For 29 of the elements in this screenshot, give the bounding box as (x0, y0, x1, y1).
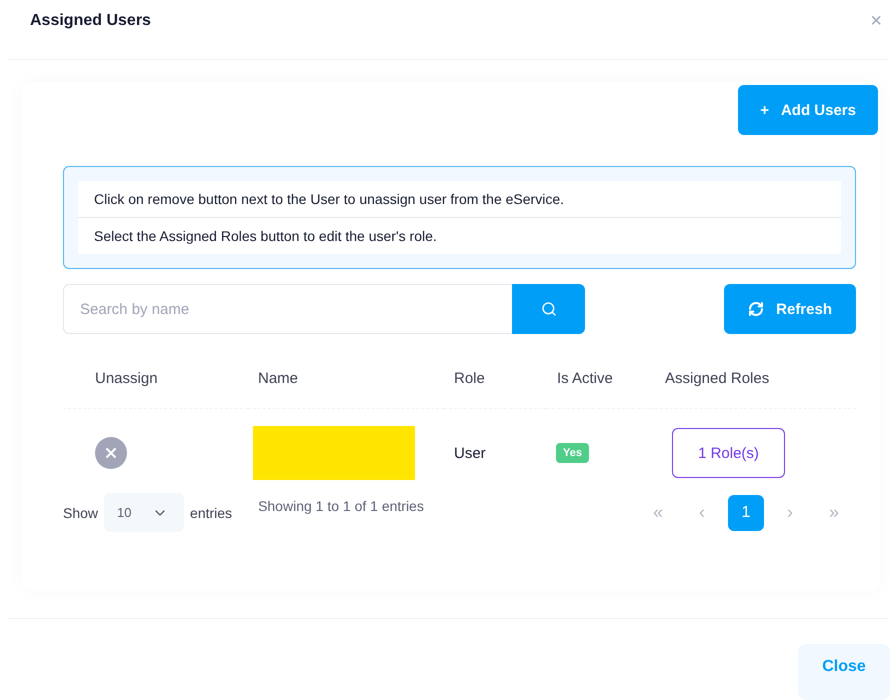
remove-button[interactable] (95, 437, 127, 470)
show-label: Show (63, 504, 98, 521)
refresh-icon (748, 301, 764, 318)
page-button[interactable]: › (772, 494, 808, 531)
page-button[interactable]: » (816, 494, 852, 531)
dialog-title: Assigned Users (30, 12, 151, 30)
refresh-button[interactable]: Refresh (724, 284, 856, 334)
active-badge: Yes (556, 443, 589, 464)
search-icon (540, 301, 556, 318)
entries-summary: Showing 1 to 1 of 1 entries (258, 498, 424, 514)
roles-button[interactable]: 1 Role(s) (672, 428, 785, 478)
column-header: Is Active (547, 348, 655, 410)
info-text: Click on remove button next to the User to unassign user from the eService. (78, 181, 841, 218)
column-header: Role (444, 348, 547, 410)
column-header: Unassign (63, 348, 248, 410)
page-button[interactable]: « (640, 494, 676, 531)
search-button[interactable] (512, 284, 585, 334)
column-header: Assigned Roles (655, 348, 856, 410)
page-button[interactable]: ‹ (684, 494, 720, 531)
search-field[interactable]: Search by name (63, 284, 512, 334)
column-header: Name (248, 348, 444, 410)
page-size-select[interactable]: 10 (104, 493, 184, 532)
page-button[interactable]: 1 (728, 494, 764, 531)
add-users-button[interactable]: + Add Users (738, 85, 878, 136)
close-button[interactable]: Close (798, 644, 890, 700)
table-cell: User (454, 444, 486, 462)
entries-label: entries (190, 504, 232, 521)
close-icon[interactable]: × (870, 10, 882, 34)
info-text: Select the Assigned Roles button to edit the user's role. (78, 217, 841, 254)
